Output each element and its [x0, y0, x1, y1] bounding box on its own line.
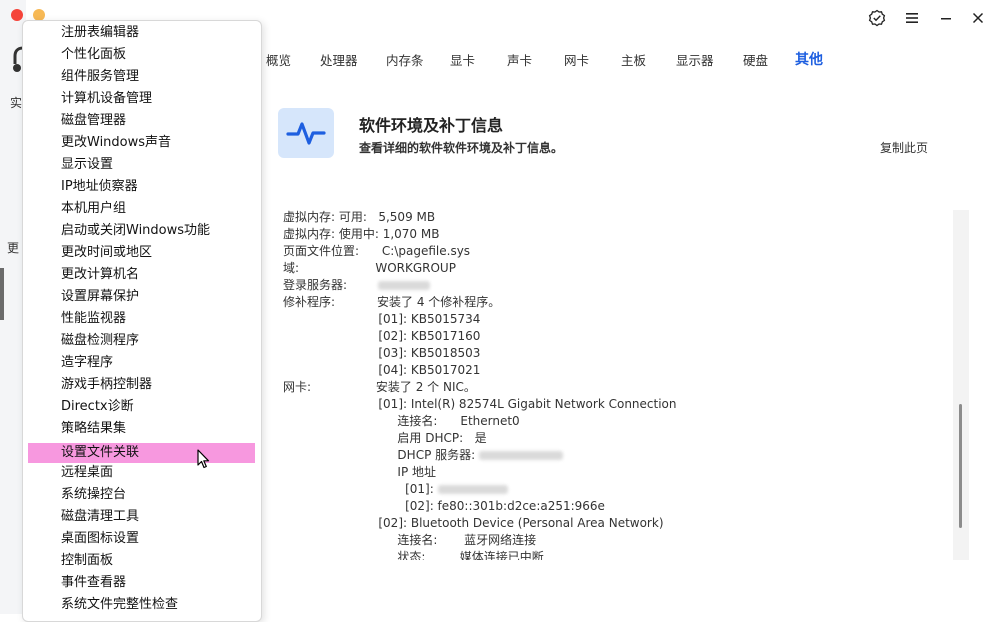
sidebar-selection-marker: [0, 268, 4, 320]
sidebar-partial-label: 实: [10, 96, 23, 110]
info-line: 域: WORKGROUP: [283, 261, 456, 275]
app-window: 实 更 概览 处理器 内存条 显卡 声卡 网卡 主板 显示器 硬盘 其他 软件环…: [0, 0, 999, 622]
info-line: [02]: KB5017160: [283, 329, 481, 343]
info-line: [01]:: [283, 482, 438, 496]
tab-motherboard[interactable]: 主板: [621, 50, 646, 69]
info-line-row: 登录服务器:: [283, 278, 430, 293]
menu-item-disk-manager[interactable]: 磁盘管理器: [28, 111, 255, 131]
menu-item-sfc-check[interactable]: 系统文件完整性检查: [28, 595, 255, 615]
bottom-area: [260, 560, 999, 614]
tab-graphics[interactable]: 显卡: [450, 50, 475, 69]
context-menu: 注册表编辑器 个性化面板 组件服务管理 计算机设备管理 磁盘管理器 更改Wind…: [22, 20, 262, 622]
redacted-value: [479, 451, 563, 460]
tab-sound[interactable]: 声卡: [507, 50, 532, 69]
menu-item-personalization[interactable]: 个性化面板: [28, 45, 255, 65]
info-line: 连接名: Ethernet0: [283, 414, 520, 428]
menu-item-device-manager[interactable]: 计算机设备管理: [28, 89, 255, 109]
copy-page-button[interactable]: 复制此页: [880, 139, 928, 156]
verified-badge-icon[interactable]: [865, 6, 889, 30]
info-line: [03]: KB5018503: [283, 346, 481, 360]
page-title: 软件环境及补丁信息: [359, 116, 504, 135]
mouse-cursor-icon: [197, 449, 211, 473]
menu-item-screensaver[interactable]: 设置屏幕保护: [28, 287, 255, 307]
menu-item-remote-desktop[interactable]: 远程桌面: [28, 463, 255, 483]
menu-item-time-region[interactable]: 更改时间或地区: [28, 243, 255, 263]
info-line: IP 地址: [283, 465, 437, 479]
tab-overview[interactable]: 概览: [266, 50, 291, 69]
info-line: 连接名: 蓝牙网络连接: [283, 533, 537, 547]
menu-item-component-services[interactable]: 组件服务管理: [28, 67, 255, 87]
tab-disk[interactable]: 硬盘: [743, 50, 768, 69]
tab-other[interactable]: 其他: [795, 49, 823, 69]
menu-item-policy-results[interactable]: 策略结果集: [28, 419, 255, 439]
redacted-value: [377, 281, 430, 290]
tab-processor[interactable]: 处理器: [320, 50, 358, 69]
page-subtitle: 查看详细的软件软件环境及补丁信息。: [359, 141, 564, 155]
info-line: [01]: Intel(R) 82574L Gigabit Network Co…: [283, 397, 677, 411]
redacted-value: [437, 485, 508, 494]
menu-item-disk-check[interactable]: 磁盘检测程序: [28, 331, 255, 351]
info-line-row: [01]:: [283, 482, 508, 497]
menu-item-performance-monitor[interactable]: 性能监视器: [28, 309, 255, 329]
tab-network[interactable]: 网卡: [564, 50, 589, 69]
menu-item-display-settings[interactable]: 显示设置: [28, 155, 255, 175]
info-line: [01]: KB5015734: [283, 312, 481, 326]
info-line: 虚拟内存: 可用: 5,509 MB: [283, 210, 436, 224]
menu-item-desktop-icons[interactable]: 桌面图标设置: [28, 529, 255, 549]
menu-item-windows-features[interactable]: 启动或关闭Windows功能: [28, 221, 255, 241]
info-line: 修补程序: 安装了 4 个修补程序。: [283, 295, 501, 309]
info-line: 网卡: 安装了 2 个 NIC。: [283, 380, 476, 394]
menu-item-directx-diag[interactable]: Directx诊断: [28, 397, 255, 417]
info-line: 启用 DHCP: 是: [283, 431, 487, 445]
info-panel: 虚拟内存: 可用: 5,509 MB 虚拟内存: 使用中: 1,070 MB 页…: [270, 205, 964, 564]
tab-monitor[interactable]: 显示器: [676, 50, 714, 69]
minimize-icon[interactable]: [934, 6, 958, 30]
menu-item-event-viewer[interactable]: 事件查看器: [28, 573, 255, 593]
close-icon[interactable]: [966, 6, 990, 30]
menu-item-char-editor[interactable]: 造字程序: [28, 353, 255, 373]
menu-item-registry-editor[interactable]: 注册表编辑器: [28, 23, 255, 43]
menu-item-game-controllers[interactable]: 游戏手柄控制器: [28, 375, 255, 395]
info-line: [02]: Bluetooth Device (Personal Area Ne…: [283, 516, 664, 530]
info-line: DHCP 服务器:: [283, 448, 479, 462]
pulse-icon: [278, 108, 334, 158]
menu-item-computer-name[interactable]: 更改计算机名: [28, 265, 255, 285]
tab-memory[interactable]: 内存条: [386, 50, 424, 69]
menu-item-windows-sound[interactable]: 更改Windows声音: [28, 133, 255, 153]
info-line: [04]: KB5017021: [283, 363, 481, 377]
info-line: 登录服务器:: [283, 278, 378, 292]
sidebar-partial-label: 更: [7, 241, 20, 255]
close-dot-button[interactable]: [11, 9, 23, 21]
menu-item-disk-cleanup[interactable]: 磁盘清理工具: [28, 507, 255, 527]
info-line-row: DHCP 服务器:: [283, 448, 563, 463]
info-line: 虚拟内存: 使用中: 1,070 MB: [283, 227, 440, 241]
menu-item-control-panel[interactable]: 控制面板: [28, 551, 255, 571]
menu-icon[interactable]: [900, 6, 924, 30]
menu-item-ip-scanner[interactable]: IP地址侦察器: [28, 177, 255, 197]
menu-item-system-console[interactable]: 系统操控台: [28, 485, 255, 505]
menu-item-file-associations[interactable]: 设置文件关联: [28, 443, 255, 463]
scrollbar-thumb[interactable]: [959, 404, 962, 528]
menu-item-local-users[interactable]: 本机用户组: [28, 199, 255, 219]
info-line: [02]: fe80::301b:d2ce:a251:966e: [283, 499, 605, 513]
info-line: 页面文件位置: C:\pagefile.sys: [283, 244, 471, 258]
